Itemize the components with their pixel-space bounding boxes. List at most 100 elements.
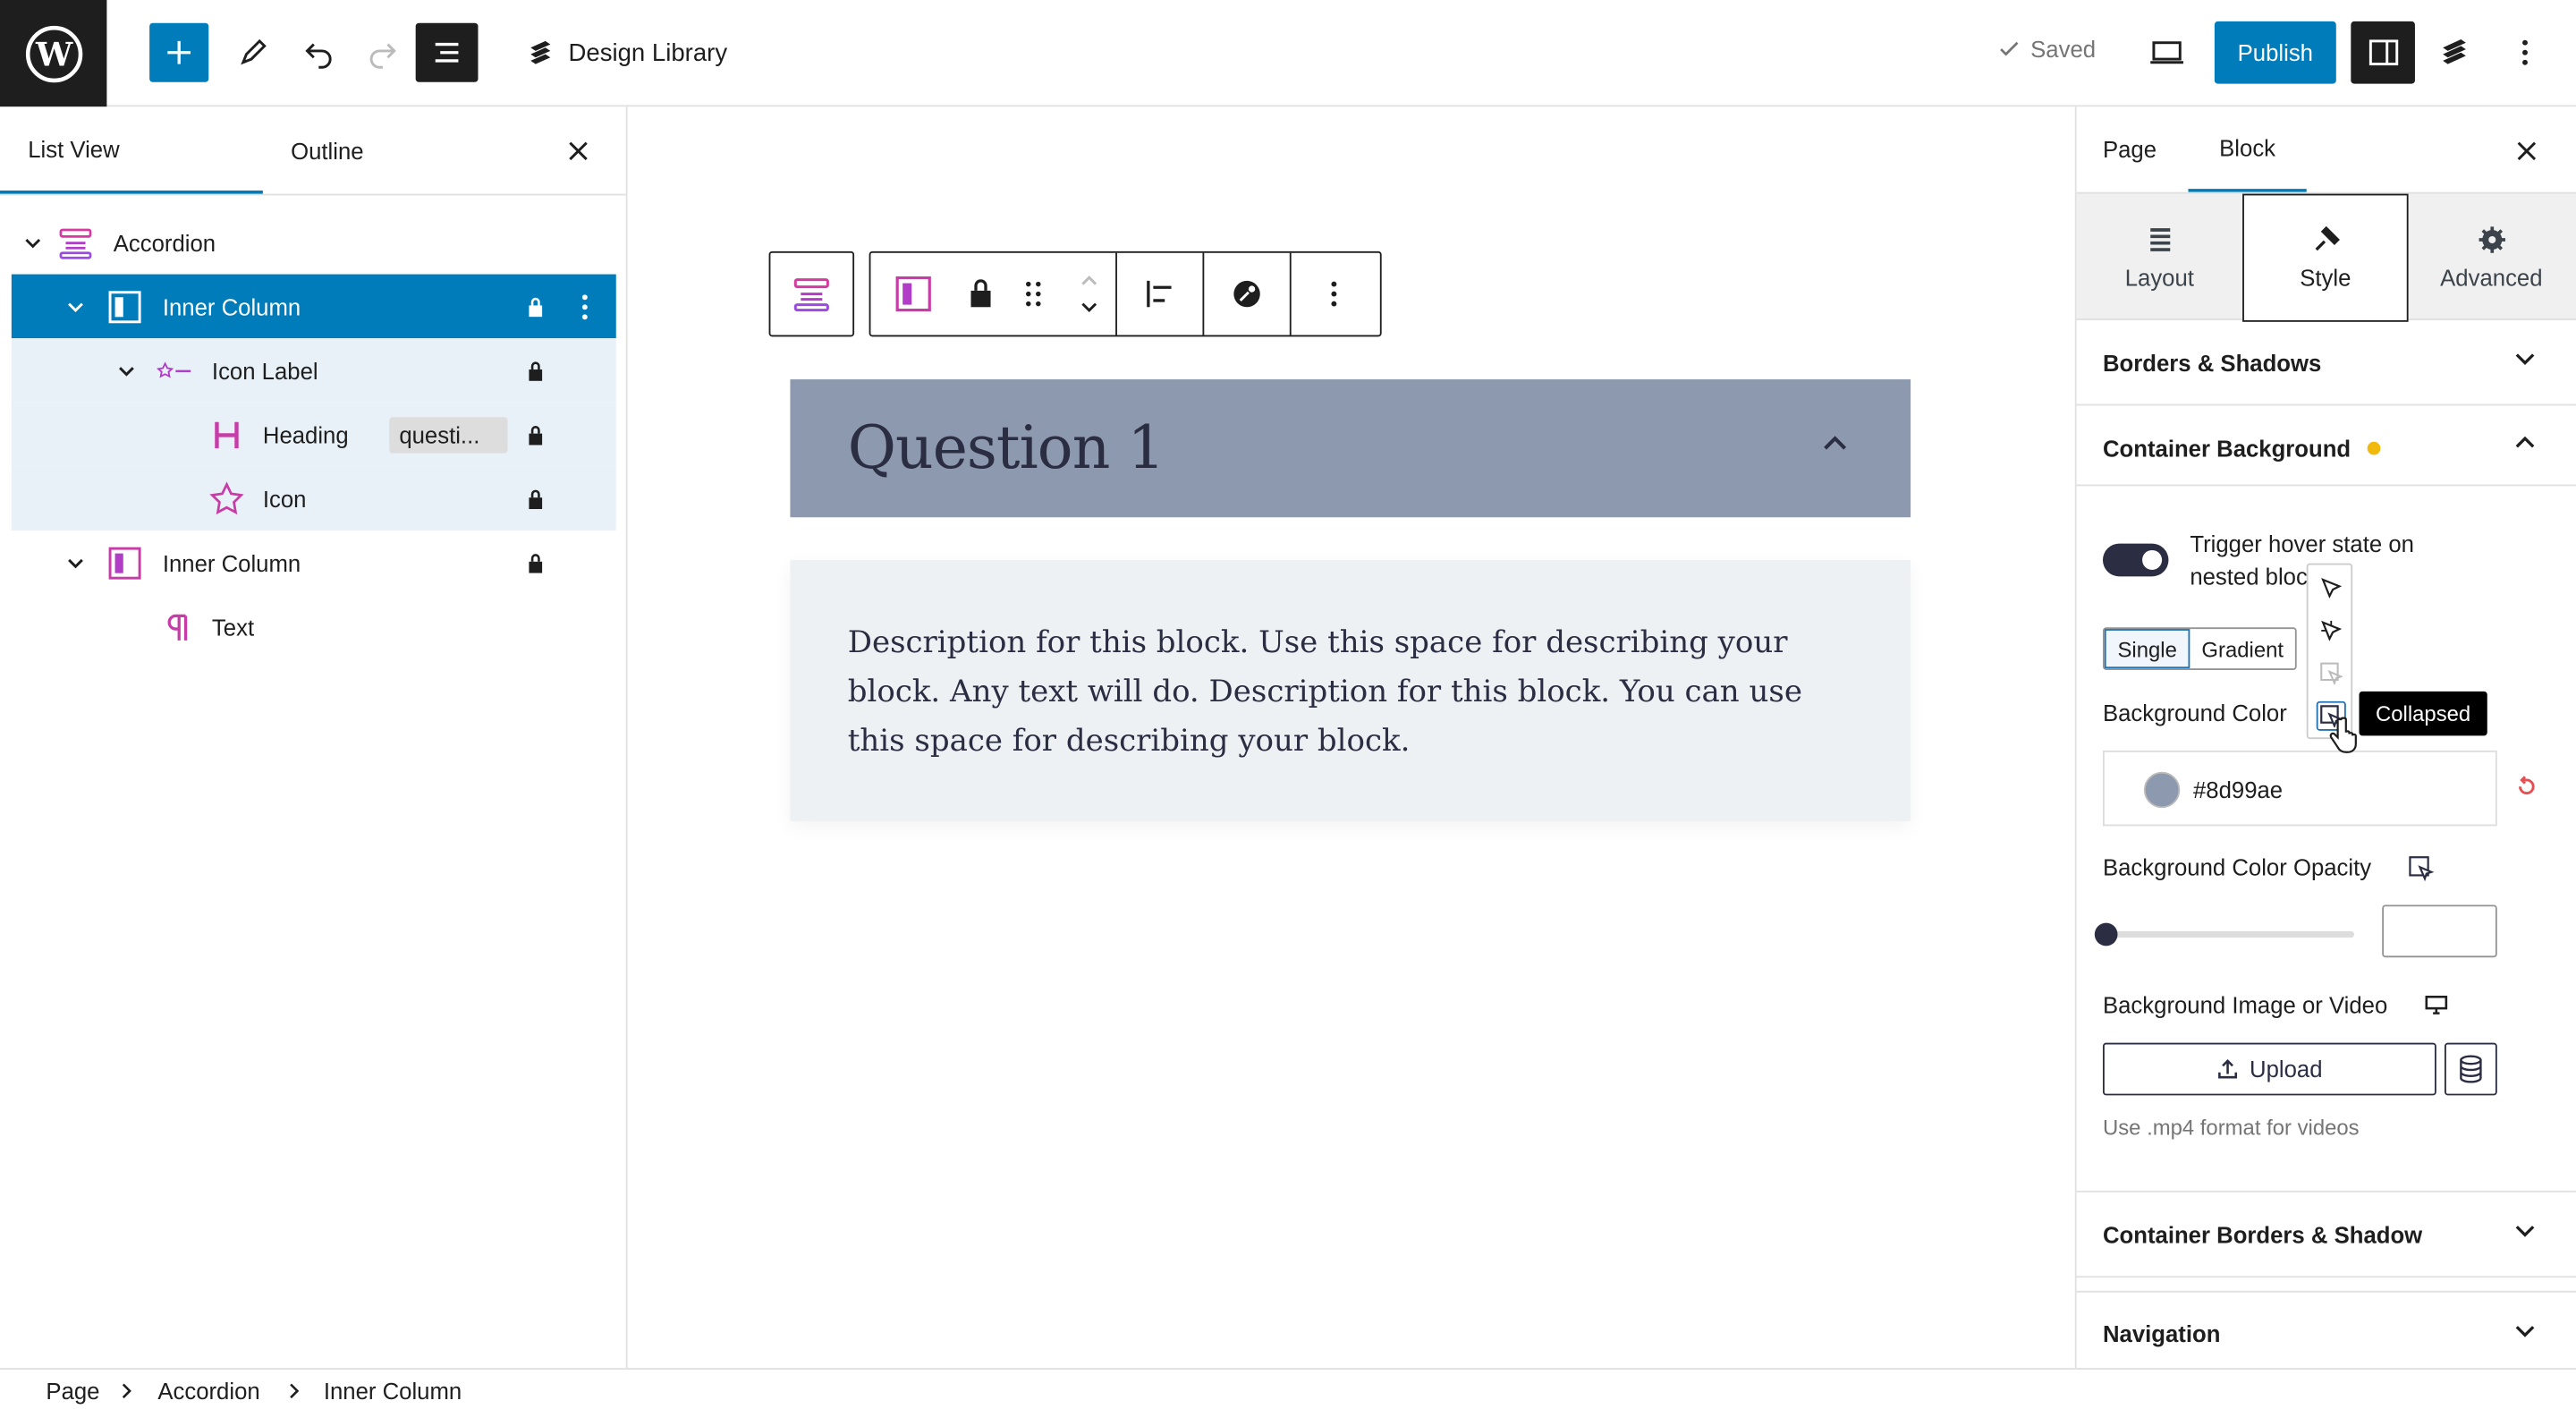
wordpress-logo-icon[interactable]: W <box>0 0 107 107</box>
document-title-bar[interactable]: Design Library <box>526 33 727 72</box>
lock-icon[interactable] <box>956 253 1005 335</box>
breadcrumb-item[interactable]: Page <box>46 1378 99 1404</box>
accordion-content[interactable]: Description for this block. Use this spa… <box>790 559 1911 821</box>
hover-state-toggle[interactable] <box>2102 543 2169 577</box>
opacity-input[interactable] <box>2382 904 2497 958</box>
align-button[interactable] <box>1117 252 1205 335</box>
styles-button[interactable] <box>1204 252 1292 335</box>
column-icon <box>106 288 142 324</box>
saved-status: Saved <box>1997 36 2096 63</box>
description-text[interactable]: Description for this block. Use this spa… <box>848 619 1834 767</box>
question-heading[interactable]: Question 1 <box>848 415 1165 482</box>
breadcrumb-item[interactable]: Accordion <box>157 1378 259 1404</box>
undo-button[interactable] <box>289 23 348 82</box>
block-anchor-badge: questi... <box>389 417 508 454</box>
close-list-view-button[interactable] <box>558 132 597 171</box>
parent-block-selector[interactable] <box>768 250 855 337</box>
list-item[interactable]: Heading questi... <box>11 402 616 467</box>
cursor-parent-hover-icon[interactable] <box>2317 658 2346 688</box>
list-item[interactable]: Accordion <box>12 210 616 275</box>
tab-block[interactable]: Block <box>2188 106 2307 192</box>
stackable-button[interactable] <box>2425 23 2484 82</box>
desktop-icon[interactable] <box>2425 995 2448 1014</box>
color-swatch[interactable] <box>2143 771 2181 809</box>
options-button[interactable] <box>2496 23 2555 82</box>
lock-icon <box>524 487 547 510</box>
move-up-down-buttons[interactable] <box>1062 252 1117 335</box>
column-icon[interactable] <box>870 253 956 335</box>
panel-title: Container Background <box>2102 435 2351 462</box>
panel-container-borders[interactable]: Container Borders & Shadow <box>2076 1190 2576 1278</box>
tab-layout[interactable]: Layout <box>2077 194 2243 322</box>
chevron-right-icon <box>290 1383 300 1399</box>
chevron-down-icon[interactable] <box>20 229 46 255</box>
list-item[interactable]: Text <box>12 595 616 659</box>
tab-list-view[interactable]: List View <box>0 106 263 194</box>
lock-icon <box>524 423 547 446</box>
tab-advanced[interactable]: Advanced <box>2409 194 2575 322</box>
inspector-tabs: Layout Style Advanced <box>2076 191 2576 322</box>
panel-container-background[interactable]: Container Background <box>2077 405 2576 490</box>
panel-borders-shadows[interactable]: Borders & Shadows <box>2076 320 2576 406</box>
chevron-down-icon[interactable] <box>114 357 140 383</box>
list-item-label: Text <box>211 613 255 641</box>
cursor-hover-icon[interactable] <box>2317 615 2346 645</box>
more-vertical-icon[interactable] <box>567 288 603 324</box>
chevron-down-icon <box>2515 1326 2535 1337</box>
chevron-up-icon[interactable] <box>1079 275 1098 288</box>
close-settings-button[interactable] <box>2507 132 2546 171</box>
redo-button[interactable] <box>353 23 412 82</box>
breadcrumb-item[interactable]: Inner Column <box>324 1378 462 1404</box>
chevron-up-icon <box>2515 436 2535 448</box>
pencil-icon <box>241 38 267 65</box>
state-hover-toggle[interactable] <box>2402 849 2441 888</box>
close-icon <box>2517 141 2537 161</box>
add-block-button[interactable] <box>149 22 209 82</box>
accordion-icon[interactable] <box>770 253 852 335</box>
lock-icon <box>524 551 547 574</box>
chevron-up-icon[interactable] <box>1822 434 1848 454</box>
gradient-option[interactable]: Gradient <box>2190 629 2295 668</box>
check-icon <box>2000 41 2019 56</box>
column-icon <box>106 545 142 581</box>
chevron-down-icon <box>2515 353 2535 366</box>
tab-layout-label: Layout <box>2124 264 2194 291</box>
panel-navigation[interactable]: Navigation <box>2076 1290 2576 1369</box>
dynamic-content-button[interactable] <box>2445 1042 2497 1096</box>
tab-page[interactable]: Page <box>2103 106 2157 191</box>
breadcrumb: Page Accordion Inner Column <box>0 1368 2576 1409</box>
drag-handle-icon[interactable] <box>1005 253 1061 335</box>
accordion-header[interactable]: Question 1 <box>790 379 1911 518</box>
paragraph-icon <box>159 608 195 644</box>
list-item[interactable]: Inner Column <box>12 530 616 595</box>
preview-button[interactable] <box>2138 23 2197 82</box>
list-item-label: Icon <box>262 485 307 512</box>
list-item[interactable]: Icon Label <box>11 338 616 403</box>
background-type-toggle: Single Gradient <box>2102 627 2297 670</box>
background-color-picker[interactable]: #8d99ae <box>2102 750 2497 827</box>
chevron-down-icon[interactable] <box>1079 301 1098 314</box>
cursor-normal-icon[interactable] <box>2317 573 2346 603</box>
chevron-down-icon[interactable] <box>63 293 89 319</box>
opacity-slider-track[interactable] <box>2102 930 2354 938</box>
block-options-button[interactable] <box>1292 253 1377 335</box>
tab-style[interactable]: Style <box>2242 193 2409 322</box>
lock-icon <box>524 359 547 382</box>
list-item-label: Heading <box>262 420 349 448</box>
reset-icon[interactable] <box>2515 775 2538 798</box>
list-item[interactable]: Icon <box>11 466 616 530</box>
gear-icon <box>2478 226 2505 253</box>
modified-indicator <box>2367 441 2381 455</box>
tab-outline[interactable]: Outline <box>291 106 363 195</box>
single-option[interactable]: Single <box>2104 629 2190 669</box>
background-media-label: Background Image or Video <box>2102 991 2388 1019</box>
upload-button[interactable]: Upload <box>2102 1042 2436 1096</box>
document-overview-button[interactable] <box>415 22 479 82</box>
publish-button[interactable]: Publish <box>2214 21 2336 84</box>
list-item[interactable]: Inner Column <box>11 274 616 339</box>
chevron-down-icon[interactable] <box>63 549 89 575</box>
opacity-slider-thumb[interactable] <box>2094 922 2118 946</box>
tools-button[interactable] <box>224 23 283 82</box>
settings-toggle-button[interactable] <box>2351 21 2415 84</box>
svg-text:W: W <box>34 35 72 73</box>
